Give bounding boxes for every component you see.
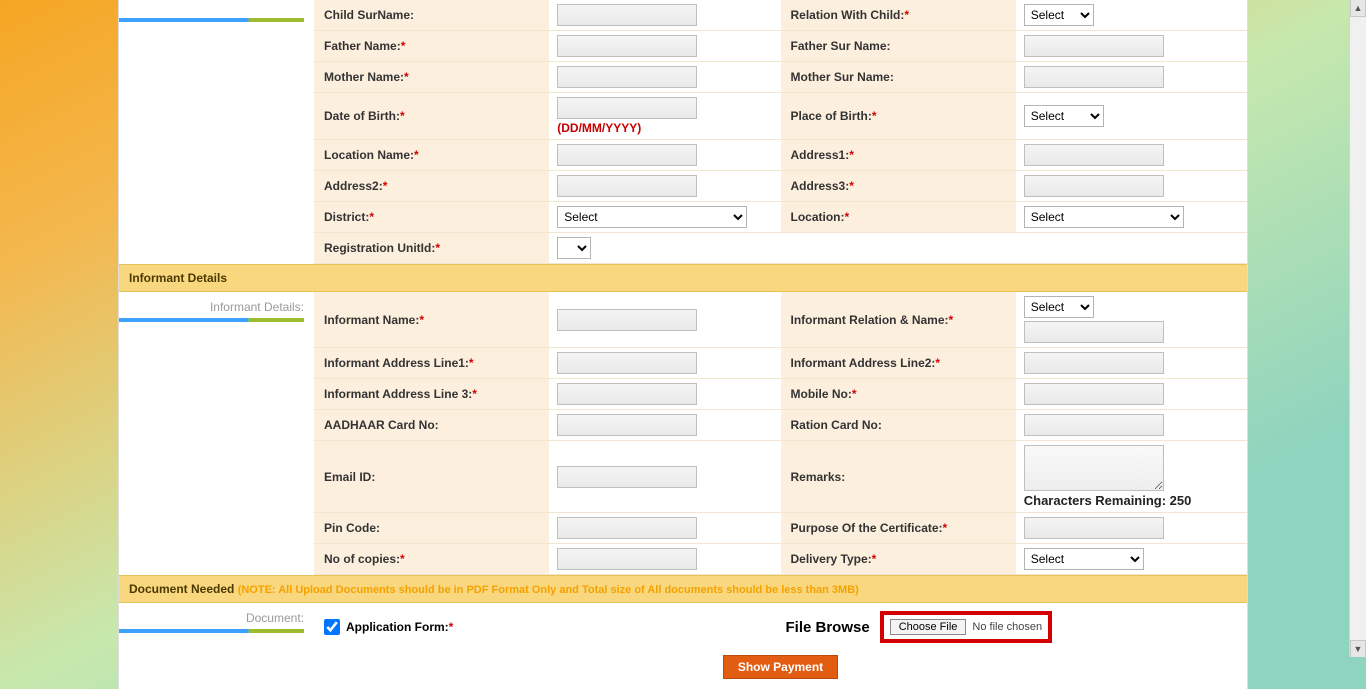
document-grid: Application Form:* File Browse Choose Fi… [314, 603, 1247, 689]
label-child-surname: Child SurName: [314, 0, 549, 30]
label-pob: Place of Birth:* [781, 93, 1016, 139]
applicant-grid: Child SurName: Relation With Child:* Sel… [314, 0, 1247, 264]
father-surname-input[interactable] [1024, 35, 1164, 57]
informant-addr1-input[interactable] [557, 352, 697, 374]
location-select[interactable]: Select [1024, 206, 1184, 228]
informant-grid: Informant Name:* Informant Relation & Na… [314, 292, 1247, 575]
copies-input[interactable] [557, 548, 697, 570]
address3-input[interactable] [1024, 175, 1164, 197]
district-select[interactable]: Select [557, 206, 747, 228]
location-name-input[interactable] [557, 144, 697, 166]
label-location: Location:* [781, 202, 1016, 232]
label-informant-name: Informant Name:* [314, 292, 549, 347]
label-dob: Date of Birth:* [314, 93, 549, 139]
mother-surname-input[interactable] [1024, 66, 1164, 88]
informant-addr2-input[interactable] [1024, 352, 1164, 374]
informant-section-header: Informant Details [119, 264, 1247, 292]
mother-name-input[interactable] [557, 66, 697, 88]
file-chosen-text: No file chosen [972, 621, 1042, 633]
pob-select[interactable]: Select [1024, 105, 1104, 127]
informant-relation-name-input[interactable] [1024, 321, 1164, 343]
informant-relation-select[interactable]: Select [1024, 296, 1094, 318]
label-mother-name: Mother Name:* [314, 62, 549, 92]
label-informant-addr3: Informant Address Line 3:* [314, 379, 549, 409]
scroll-up-button[interactable]: ▲ [1350, 0, 1366, 17]
applicant-side-label [119, 0, 314, 264]
document-side-label: Document: [119, 603, 314, 689]
purpose-input[interactable] [1024, 517, 1164, 539]
address1-input[interactable] [1024, 144, 1164, 166]
delivery-select[interactable]: Select [1024, 548, 1144, 570]
form-sheet: Child SurName: Relation With Child:* Sel… [118, 0, 1248, 689]
applicant-block: Child SurName: Relation With Child:* Sel… [119, 0, 1247, 264]
informant-addr3-input[interactable] [557, 383, 697, 405]
informant-name-input[interactable] [557, 309, 697, 331]
page-background: Child SurName: Relation With Child:* Sel… [0, 0, 1366, 689]
document-block: Document: Application Form:* File Browse… [119, 603, 1247, 689]
child-surname-input[interactable] [557, 4, 697, 26]
document-section-header: Document Needed (NOTE: All Upload Docume… [119, 575, 1247, 603]
pin-input[interactable] [557, 517, 697, 539]
label-ration: Ration Card No: [781, 410, 1016, 440]
label-aadhaar: AADHAAR Card No: [314, 410, 549, 440]
file-browse-label: File Browse [786, 619, 870, 636]
label-pin: Pin Code: [314, 513, 549, 543]
choose-file-button[interactable]: Choose File [890, 619, 967, 635]
label-address2: Address2:* [314, 171, 549, 201]
dob-input[interactable] [557, 97, 697, 119]
aadhaar-input[interactable] [557, 414, 697, 436]
label-delivery: Delivery Type:* [781, 544, 1016, 574]
label-father-name: Father Name:* [314, 31, 549, 61]
label-address3: Address3:* [781, 171, 1016, 201]
informant-side-label: Informant Details: [119, 292, 314, 575]
label-informant-relation: Informant Relation & Name:* [781, 292, 1016, 347]
label-remarks: Remarks: [781, 441, 1016, 512]
label-relation-child: Relation With Child:* [781, 0, 1016, 30]
label-reg-unit: Registration UnitId:* [314, 233, 549, 263]
address2-input[interactable] [557, 175, 697, 197]
label-application-form: Application Form:* [346, 620, 453, 634]
label-district: District:* [314, 202, 549, 232]
remarks-textarea[interactable] [1024, 445, 1164, 491]
father-name-input[interactable] [557, 35, 697, 57]
relation-child-select[interactable]: Select [1024, 4, 1094, 26]
chars-remaining: Characters Remaining: 250 [1024, 493, 1192, 508]
label-address1: Address1:* [781, 140, 1016, 170]
label-copies: No of copies:* [314, 544, 549, 574]
dob-hint: (DD/MM/YYYY) [557, 121, 641, 135]
label-mother-surname: Mother Sur Name: [781, 62, 1016, 92]
label-location-name: Location Name:* [314, 140, 549, 170]
show-payment-button[interactable]: Show Payment [723, 655, 838, 679]
ration-input[interactable] [1024, 414, 1164, 436]
mobile-input[interactable] [1024, 383, 1164, 405]
reg-unit-select[interactable] [557, 237, 591, 259]
file-upload-area: Choose File No file chosen [880, 611, 1052, 643]
label-father-surname: Father Sur Name: [781, 31, 1016, 61]
label-informant-addr2: Informant Address Line2:* [781, 348, 1016, 378]
label-purpose: Purpose Of the Certificate:* [781, 513, 1016, 543]
label-email: Email ID: [314, 441, 549, 512]
scroll-down-button[interactable]: ▼ [1350, 640, 1366, 657]
label-mobile: Mobile No:* [781, 379, 1016, 409]
scrollbar[interactable]: ▲ ▼ [1349, 0, 1366, 657]
email-input[interactable] [557, 466, 697, 488]
informant-block: Informant Details: Informant Name:* Info… [119, 292, 1247, 575]
label-informant-addr1: Informant Address Line1:* [314, 348, 549, 378]
application-form-checkbox[interactable] [324, 619, 340, 635]
